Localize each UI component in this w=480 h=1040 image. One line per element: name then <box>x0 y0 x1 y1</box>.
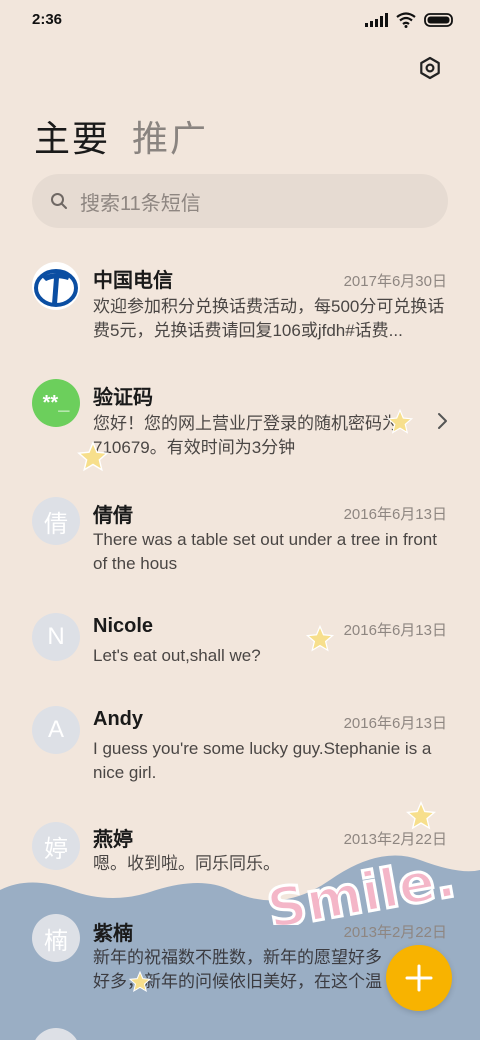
status-time: 2:36 <box>32 11 63 28</box>
star-icon <box>386 408 414 434</box>
search-placeholder: 搜索11条短信 <box>80 192 201 215</box>
message-date: 2017年6月30日 <box>343 273 447 290</box>
tab-bar: 主要 推广 <box>34 110 208 162</box>
star-icon <box>406 800 436 830</box>
plus-icon <box>405 964 433 992</box>
list-item[interactable]: N Nicole 2016年6月13日 Let's eat out,shall … <box>0 602 480 692</box>
contact-name: 验证码 <box>93 387 153 409</box>
contact-name: 中国电信 <box>93 270 173 292</box>
compose-button[interactable] <box>386 945 452 1011</box>
avatar: 楠 <box>32 914 80 962</box>
battery-icon <box>424 13 453 27</box>
status-icons <box>365 12 454 28</box>
list-item[interactable]: A Andy 2016年6月13日 I guess you're some lu… <box>0 695 480 805</box>
contact-name: Nicole <box>93 615 154 637</box>
wifi-icon <box>396 12 416 28</box>
message-preview: There was a table set out under a tree i… <box>93 530 437 573</box>
status-bar: 2:36 <box>0 0 480 40</box>
message-date: 2016年6月13日 <box>343 715 447 732</box>
message-date: 2016年6月13日 <box>343 506 447 523</box>
settings-icon <box>420 56 440 80</box>
avatar <box>32 262 80 310</box>
signal-icon <box>365 13 388 27</box>
search-bar[interactable]: 搜索11条短信 <box>32 174 448 228</box>
message-preview: Let's eat out,shall we? <box>93 646 261 665</box>
contact-name: Andy <box>93 708 143 730</box>
message-preview: I guess you're some lucky guy.Stephanie … <box>93 739 432 782</box>
avatar: **_ <box>32 379 80 427</box>
avatar: A <box>32 706 80 754</box>
star-icon <box>77 441 109 472</box>
list-item[interactable]: 倩 倩倩 2016年6月13日 There was a table set ou… <box>0 486 480 596</box>
avatar: 倩 <box>32 497 80 545</box>
search-icon <box>51 193 67 209</box>
smile-sticker: Smile. <box>262 845 461 925</box>
chevron-right-icon[interactable] <box>437 412 449 430</box>
telecom-logo-icon <box>33 263 79 309</box>
tab-primary[interactable]: 主要 <box>34 110 110 162</box>
svg-text:Smile.: Smile. <box>263 846 460 925</box>
message-preview: 欢迎参加积分兑换话费活动，每500分可兑换话费5元，兑换话费请回复106或jfd… <box>93 297 445 340</box>
settings-button[interactable] <box>414 52 446 84</box>
list-item[interactable]: 中国电信 2017年6月30日 欢迎参加积分兑换话费活动，每500分可兑换话费5… <box>0 250 480 360</box>
avatar: N <box>32 613 80 661</box>
message-preview: 您好！您的网上营业厅登录的随机密码为：710679。有效时间为3分钟 <box>93 414 416 457</box>
star-icon <box>305 624 335 652</box>
message-date: 2016年6月13日 <box>343 622 447 639</box>
contact-name: 紫楠 <box>93 923 133 945</box>
tab-promotions[interactable]: 推广 <box>132 110 208 162</box>
contact-name: 倩倩 <box>93 505 133 527</box>
star-icon <box>128 970 152 993</box>
